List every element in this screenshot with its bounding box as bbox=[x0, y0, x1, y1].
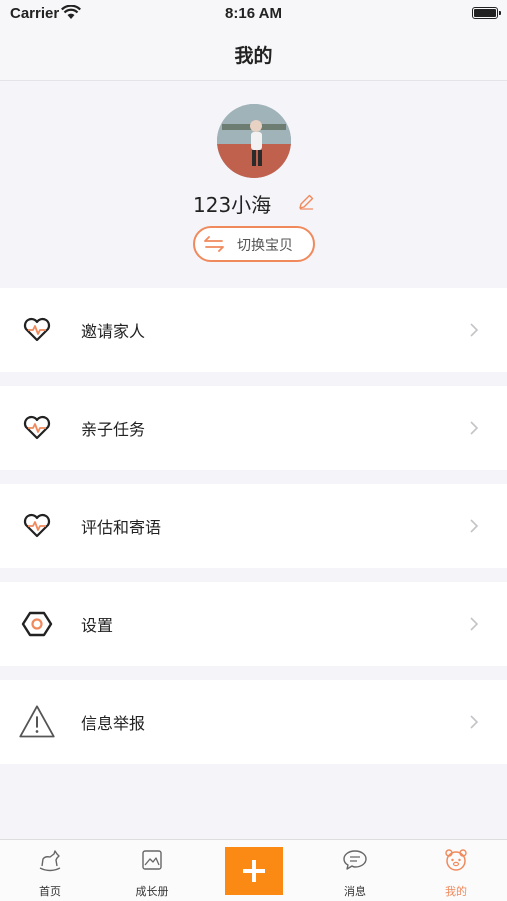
page-title: 我的 bbox=[234, 45, 273, 67]
warning-triangle-icon bbox=[19, 705, 55, 738]
heart-pulse-icon bbox=[23, 415, 51, 440]
menu-item-settings[interactable]: 设置 bbox=[0, 582, 507, 666]
tab-mine[interactable]: 我的 bbox=[406, 840, 506, 901]
menu-label: 评估和寄语 bbox=[81, 518, 162, 537]
chevron-right-icon bbox=[470, 617, 479, 631]
navigation-bar: 我的 bbox=[0, 30, 507, 81]
battery-icon bbox=[472, 7, 501, 19]
photo-album-icon bbox=[142, 850, 162, 870]
hex-nut-icon bbox=[21, 611, 53, 637]
rocking-horse-icon bbox=[39, 850, 61, 872]
menu-label: 设置 bbox=[81, 616, 114, 635]
username: 123小海 bbox=[193, 193, 272, 217]
menu-label: 亲子任务 bbox=[81, 420, 146, 439]
chevron-right-icon bbox=[470, 715, 479, 729]
chevron-right-icon bbox=[470, 519, 479, 533]
bear-face-icon bbox=[445, 849, 467, 871]
menu-item-parent-child-tasks[interactable]: 亲子任务 bbox=[0, 386, 507, 470]
tab-label: 首页 bbox=[39, 885, 61, 898]
tab-messages[interactable]: 消息 bbox=[305, 840, 405, 901]
switch-baby-label: 切换宝贝 bbox=[237, 238, 293, 254]
heart-pulse-icon bbox=[23, 317, 51, 342]
status-time: 8:16 AM bbox=[225, 5, 282, 22]
chevron-right-icon bbox=[470, 323, 479, 337]
avatar-photo bbox=[217, 104, 291, 178]
heart-pulse-icon bbox=[23, 513, 51, 538]
chat-bubble-icon bbox=[343, 850, 367, 870]
tab-label: 我的 bbox=[445, 885, 467, 898]
tab-home[interactable]: 首页 bbox=[0, 840, 100, 901]
tab-growth-album[interactable]: 成长册 bbox=[102, 840, 202, 901]
add-button[interactable] bbox=[225, 847, 283, 895]
switch-arrows-icon bbox=[204, 236, 224, 252]
menu-item-report[interactable]: 信息举报 bbox=[0, 680, 507, 764]
edit-pencil-icon[interactable] bbox=[297, 193, 315, 211]
menu-item-invite-family[interactable]: 邀请家人 bbox=[0, 288, 507, 372]
avatar[interactable] bbox=[217, 104, 291, 178]
switch-baby-button[interactable]: 切换宝贝 bbox=[193, 226, 315, 262]
menu-label: 邀请家人 bbox=[81, 322, 146, 341]
profile-header: 123小海 切换宝贝 bbox=[0, 81, 507, 287]
tab-label: 消息 bbox=[344, 885, 366, 898]
tab-bar: 首页 成长册 消息 我的 bbox=[0, 839, 507, 901]
chevron-right-icon bbox=[470, 421, 479, 435]
tab-label: 成长册 bbox=[135, 885, 169, 898]
status-bar: Carrier 8:16 AM bbox=[0, 0, 507, 30]
menu-item-evaluation-messages[interactable]: 评估和寄语 bbox=[0, 484, 507, 568]
menu-label: 信息举报 bbox=[81, 714, 146, 733]
